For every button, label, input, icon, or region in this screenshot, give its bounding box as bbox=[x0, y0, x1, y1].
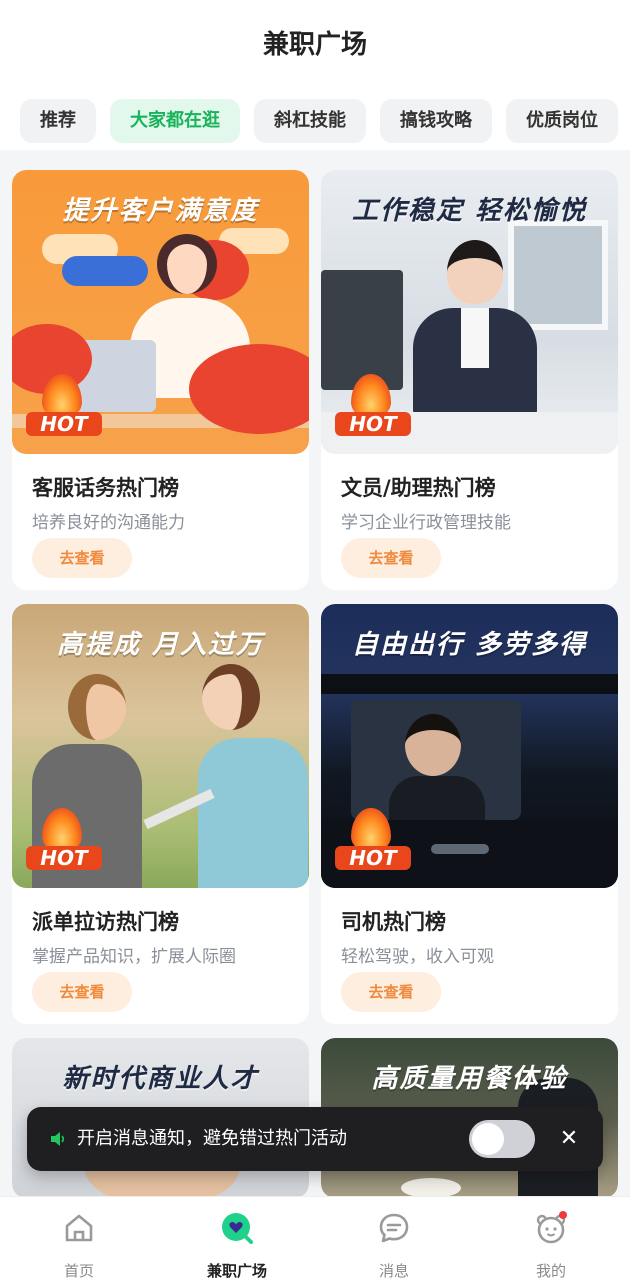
card-clerk-assistant[interactable]: 工作稳定 轻松愉悦 HOT 文员/助理热门榜 学习企业行政管理技能 去查看 bbox=[321, 170, 618, 590]
card-title: 客服话务热门榜 bbox=[32, 476, 179, 500]
nav-label: 消息 bbox=[378, 1262, 409, 1280]
bottom-nav: 首页 兼职广场 消息 我的 bbox=[0, 1196, 630, 1280]
message-icon bbox=[379, 1213, 409, 1243]
nav-home[interactable]: 首页 bbox=[29, 1197, 129, 1280]
card-title: 派单拉访热门榜 bbox=[32, 910, 179, 934]
toast-text: 开启消息通知，避免错过热门活动 bbox=[77, 1128, 347, 1149]
hot-badge-label: HOT bbox=[26, 412, 102, 436]
nav-messages[interactable]: 消息 bbox=[344, 1197, 444, 1280]
tab-money-guide[interactable]: 搞钱攻略 bbox=[380, 99, 492, 143]
card-description: 掌握产品知识，扩展人际圈 bbox=[32, 947, 236, 967]
card-driver[interactable]: 自由出行 多劳多得 HOT 司机热门榜 轻松驾驶，收入可观 去查看 bbox=[321, 604, 618, 1024]
notification-toggle[interactable] bbox=[469, 1120, 535, 1158]
card-customer-service[interactable]: 提升客户满意度 HOT 客服话务热门榜 培养良好的沟通能力 去查看 bbox=[12, 170, 309, 590]
image-headline: 高提成 月入过万 bbox=[56, 630, 265, 660]
tab-everyone-browsing[interactable]: 大家都在逛 bbox=[110, 99, 240, 143]
monitor-icon bbox=[321, 270, 403, 390]
toggle-knob bbox=[472, 1123, 504, 1155]
nav-parttime-plaza[interactable]: 兼职广场 bbox=[187, 1197, 287, 1280]
car-roof-shape bbox=[321, 674, 618, 694]
nav-label: 兼职广场 bbox=[206, 1262, 267, 1280]
card-image: 提升客户满意度 HOT bbox=[12, 170, 309, 454]
speaker-icon bbox=[51, 1132, 65, 1146]
image-headline: 自由出行 多劳多得 bbox=[351, 630, 588, 660]
hot-badge: HOT bbox=[26, 808, 102, 870]
view-button[interactable]: 去查看 bbox=[341, 972, 441, 1012]
heart-search-icon bbox=[222, 1213, 253, 1244]
card-description: 轻松驾驶，收入可观 bbox=[341, 947, 494, 967]
tab-slash-skills[interactable]: 斜杠技能 bbox=[254, 99, 366, 143]
image-headline: 提升客户满意度 bbox=[62, 196, 259, 226]
shirt-shape bbox=[461, 308, 489, 368]
person-head bbox=[68, 674, 126, 740]
hot-badge: HOT bbox=[335, 808, 411, 870]
nav-label: 首页 bbox=[63, 1262, 94, 1280]
view-button[interactable]: 去查看 bbox=[32, 538, 132, 578]
hot-badge-label: HOT bbox=[335, 846, 411, 870]
card-title: 司机热门榜 bbox=[341, 910, 446, 934]
close-icon[interactable]: ✕ bbox=[555, 1125, 583, 1153]
header: 兼职广场 推荐 大家都在逛 斜杠技能 搞钱攻略 优质岗位 bbox=[0, 0, 630, 150]
person-head bbox=[447, 240, 503, 304]
home-icon bbox=[65, 1214, 93, 1242]
nav-mine[interactable]: 我的 bbox=[501, 1197, 601, 1280]
card-image: 自由出行 多劳多得 HOT bbox=[321, 604, 618, 888]
card-flyer-promotion[interactable]: 高提成 月入过万 HOT 派单拉访热门榜 掌握产品知识，扩展人际圈 去查看 bbox=[12, 604, 309, 1024]
hot-badge: HOT bbox=[335, 374, 411, 436]
category-tabs: 推荐 大家都在逛 斜杠技能 搞钱攻略 优质岗位 bbox=[20, 99, 618, 143]
view-button[interactable]: 去查看 bbox=[32, 972, 132, 1012]
hot-badge: HOT bbox=[26, 374, 102, 436]
card-title: 文员/助理热门榜 bbox=[341, 476, 496, 500]
card-image: 工作稳定 轻松愉悦 HOT bbox=[321, 170, 618, 454]
nav-label: 我的 bbox=[535, 1262, 566, 1280]
card-description: 培养良好的沟通能力 bbox=[32, 513, 185, 533]
person-head bbox=[202, 664, 260, 730]
page-title: 兼职广场 bbox=[262, 30, 367, 60]
image-headline: 高质量用餐体验 bbox=[371, 1064, 568, 1094]
hot-badge-label: HOT bbox=[335, 412, 411, 436]
speech-bubble-icon bbox=[62, 256, 148, 286]
headset-person-icon bbox=[157, 234, 217, 294]
door-handle-shape bbox=[431, 844, 489, 854]
card-description: 学习企业行政管理技能 bbox=[341, 513, 511, 533]
window-shape bbox=[508, 220, 608, 330]
bear-face-icon bbox=[536, 1211, 567, 1244]
hot-badge-label: HOT bbox=[26, 846, 102, 870]
notification-toast: 开启消息通知，避免错过热门活动 ✕ bbox=[27, 1107, 603, 1171]
plate-shape bbox=[401, 1178, 461, 1198]
person-head bbox=[405, 714, 461, 776]
view-button[interactable]: 去查看 bbox=[341, 538, 441, 578]
image-headline: 新时代商业人才 bbox=[62, 1064, 259, 1094]
card-image: 高提成 月入过万 HOT bbox=[12, 604, 309, 888]
tab-quality-jobs[interactable]: 优质岗位 bbox=[506, 99, 618, 143]
tab-recommend[interactable]: 推荐 bbox=[20, 99, 96, 143]
image-headline: 工作稳定 轻松愉悦 bbox=[351, 196, 588, 226]
person-photo bbox=[198, 738, 308, 888]
